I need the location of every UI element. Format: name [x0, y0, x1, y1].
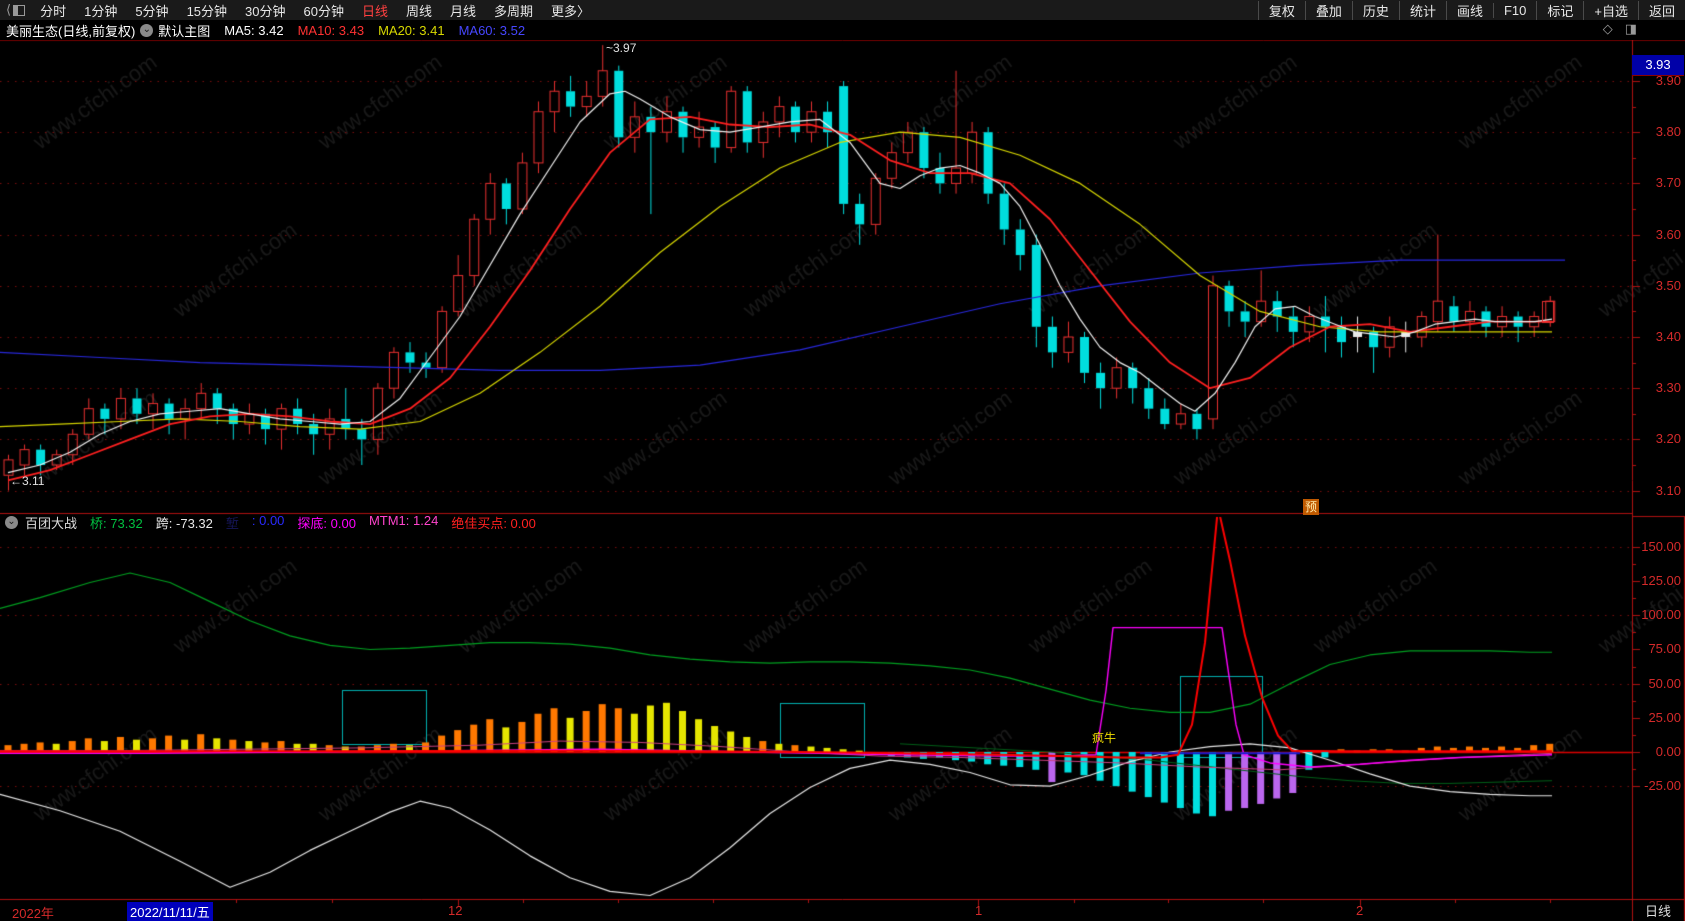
- toolbar-action-统计[interactable]: 统计: [1398, 0, 1446, 20]
- price-tick-label: 3.90: [1655, 73, 1681, 88]
- indicator-tick-label: -25.00: [1644, 778, 1681, 794]
- toolbar-action-画线[interactable]: 画线: [1445, 0, 1493, 20]
- indicator-tick-label: 0.00: [1655, 744, 1681, 759]
- period-tab-周线[interactable]: 周线: [397, 1, 441, 20]
- price-tick-label: 3.60: [1655, 226, 1681, 242]
- chevron-down-circle-icon[interactable]: ⌄: [5, 516, 18, 529]
- indicator-tick-label: 125.00: [1641, 573, 1681, 589]
- date-axis-label: 12: [448, 903, 463, 918]
- period-tab-5分钟[interactable]: 5分钟: [126, 1, 177, 20]
- price-tick-label: 3.20: [1655, 431, 1681, 447]
- period-tab-月线[interactable]: 月线: [441, 1, 485, 20]
- indicator-tick-label: 75.00: [1648, 641, 1681, 657]
- indicator-field: 探底: 0.00: [297, 516, 356, 531]
- period-tab-30分钟[interactable]: 30分钟: [236, 1, 294, 20]
- toolbar-action-历史[interactable]: 历史: [1351, 0, 1399, 20]
- date-axis-label: 2: [1356, 903, 1364, 918]
- indicator-field: 堑: [225, 516, 239, 531]
- price-tick-label: 3.10: [1655, 482, 1681, 498]
- chevron-down-circle-icon[interactable]: ⌄: [140, 23, 154, 37]
- candlestick-and-indicator-canvas[interactable]: [0, 0, 1685, 921]
- toolbar-action-标记[interactable]: 标记: [1536, 0, 1583, 20]
- period-tab-多周期[interactable]: 多周期: [485, 1, 542, 20]
- price-tick-label: 3.70: [1655, 175, 1681, 191]
- date-axis-label: 2022年: [12, 906, 54, 921]
- info-bar-right-icons: ◇ ◨: [1603, 21, 1637, 37]
- price-tick-label: 3.30: [1655, 380, 1681, 396]
- indicator-header: ⌄ 百团大战 桥: 73.32 跨: -73.32 堑 : 0.00 探底: 0.00 M…: [0, 513, 1630, 532]
- selected-date-label: 2022/11/11/五: [127, 902, 213, 921]
- ma-value-label: MA5: 3.42: [224, 22, 284, 38]
- period-tab-list: 分时 1分钟 5分钟 15分钟 30分钟 60分钟 日线 周线 月线 多周期 更多〉: [31, 1, 599, 20]
- stock-app-window: ⟨ 分时 1分钟 5分钟 15分钟 30分钟 60分钟 日线 周线 月线 多周期 更多〉 复权 叠加历…: [0, 0, 1685, 921]
- price-tick-label: 3.80: [1655, 124, 1681, 140]
- price-tick-label: 3.50: [1655, 277, 1681, 293]
- indicator-tick-label: 25.00: [1648, 709, 1681, 725]
- alert-marker-badge: 预: [1303, 499, 1319, 515]
- ma-label-list: MA5: 3.42 MA10: 3.43 MA20: 3.41 MA60: 3.52: [210, 23, 525, 38]
- toolbar-action-返回[interactable]: 返回: [1637, 0, 1685, 20]
- indicator-field: 跨: -73.32: [155, 516, 213, 531]
- indicator-field: 桥: 73.32: [90, 516, 143, 531]
- period-tab-更多〉[interactable]: 更多〉: [542, 1, 599, 20]
- indicator-tick-label: 100.00: [1641, 607, 1681, 623]
- period-tab-60分钟[interactable]: 60分钟: [295, 1, 353, 20]
- indicator-field: MTM1: 1.24: [368, 513, 439, 528]
- indicator-field: 绝佳买点: 0.00: [451, 516, 536, 531]
- period-tab-分时[interactable]: 分时: [31, 1, 75, 20]
- ma-value-label: MA20: 3.41: [378, 22, 445, 38]
- period-tab-15分钟[interactable]: 15分钟: [178, 1, 236, 20]
- indicator-name[interactable]: 百团大战: [25, 513, 77, 532]
- high-annotation: ~3.97: [606, 41, 637, 55]
- toolbar-action-+自选[interactable]: +自选: [1583, 0, 1638, 20]
- period-toolbar: ⟨ 分时 1分钟 5分钟 15分钟 30分钟 60分钟 日线 周线 月线 多周期 更多〉 复权 叠加历…: [0, 0, 1685, 20]
- bull-signal-label: 疯牛: [1092, 731, 1117, 745]
- stock-title: 美丽生态(日线,前复权): [6, 23, 136, 39]
- indicator-field-list: 桥: 73.32 跨: -73.32 堑 : 0.00 探底: 0.00 MTM1: 1.…: [77, 513, 536, 532]
- indicator-tick-label: 150.00: [1641, 538, 1681, 554]
- period-corner-label[interactable]: 日线: [1633, 901, 1683, 919]
- toolbar-action-复权[interactable]: 复权: [1257, 0, 1305, 20]
- main-chart-type-label[interactable]: 默认主图: [158, 21, 210, 40]
- toolbar-action-F10[interactable]: F10: [1492, 2, 1536, 18]
- indicator-tick-label: 50.00: [1648, 675, 1681, 691]
- diamond-icon[interactable]: ◇: [1603, 21, 1613, 37]
- info-bar: 美丽生态(日线,前复权) ⌄ 默认主图 MA5: 3.42 MA10: 3.43 M…: [0, 20, 1685, 40]
- indicator-field: : 0.00: [251, 513, 285, 528]
- period-tab-1分钟[interactable]: 1分钟: [75, 1, 126, 20]
- period-tab-日线[interactable]: 日线: [353, 1, 397, 20]
- toolbar-action-叠加[interactable]: 叠加: [1304, 0, 1352, 20]
- price-tick-label: 3.40: [1655, 329, 1681, 344]
- split-view-icon[interactable]: ◨: [1625, 21, 1637, 37]
- low-annotation: ←3.11: [10, 474, 45, 488]
- ma-value-label: MA10: 3.43: [297, 22, 365, 38]
- ma-value-label: MA60: 3.52: [458, 22, 526, 38]
- toolbar-action-list: 复权 叠加 历史 统计 画线 F10 标记 +自选 返回: [1257, 0, 1685, 20]
- date-axis-label: 1: [975, 903, 983, 918]
- collapse-panel-icon[interactable]: ⟨: [6, 2, 26, 18]
